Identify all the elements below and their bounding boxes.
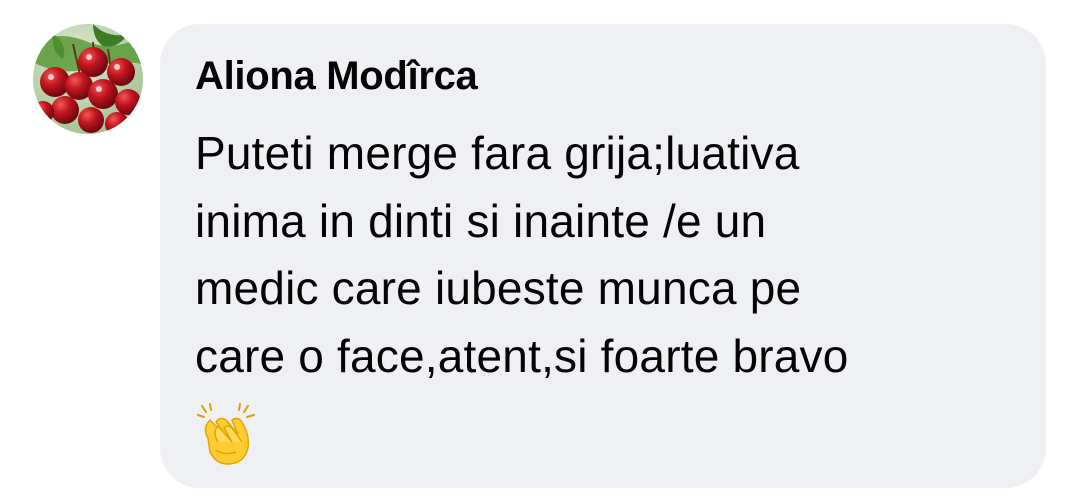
- comment-text: Puteti merge fara grija;luativa inima in…: [195, 120, 1025, 390]
- comment-text-line: inima in dinti si inainte /e un: [195, 194, 767, 247]
- cherries-avatar-image: [33, 24, 143, 134]
- avatar[interactable]: [33, 24, 143, 134]
- clapping-hands-icon: [196, 402, 262, 468]
- comment-bubble: Aliona Modîrca Puteti merge fara grija;l…: [160, 24, 1046, 488]
- comment-text-line: care o face,atent,si foarte bravo: [195, 329, 849, 382]
- comment-text-line: medic care iubeste munca pe: [195, 262, 802, 314]
- comment-text-line: Puteti merge fara grija;luativa: [195, 127, 800, 179]
- comment-author-name[interactable]: Aliona Modîrca: [195, 54, 478, 99]
